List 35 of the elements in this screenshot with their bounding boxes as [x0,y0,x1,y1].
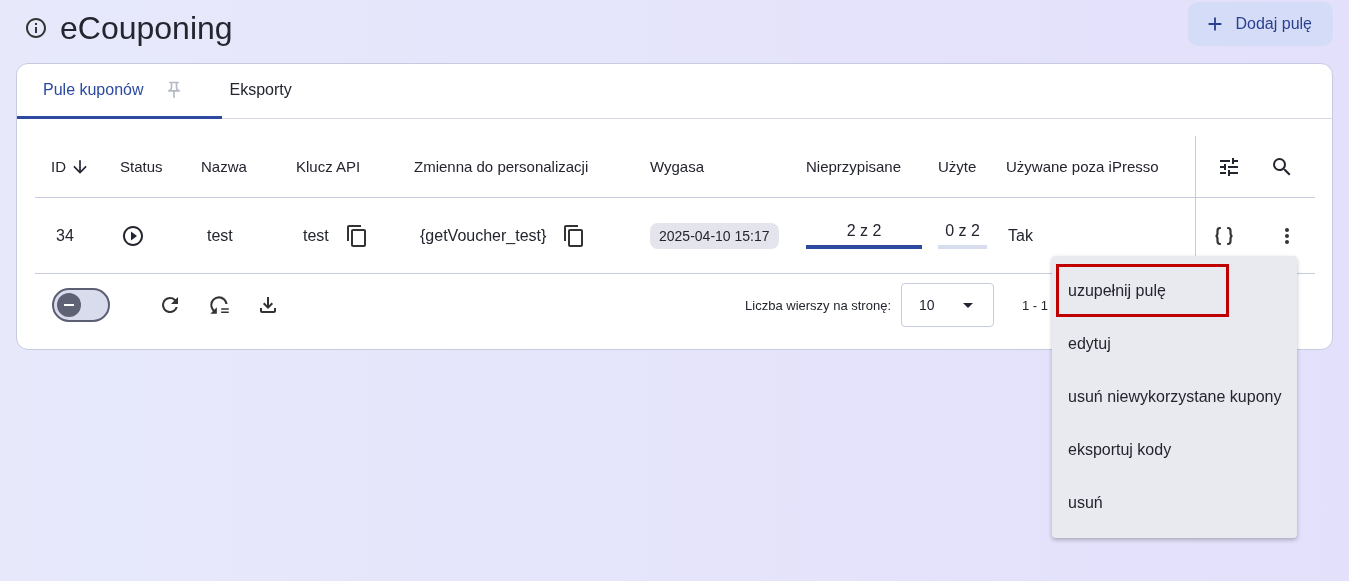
column-header[interactable]: Status [120,158,163,175]
column-header[interactable]: Nazwa [201,158,247,175]
info-icon [24,16,48,40]
toggle-switch[interactable] [52,288,110,322]
add-pool-button[interactable]: Dodaj pulę [1187,2,1333,46]
date-chip: 2025-04-10 15:17 [650,222,779,249]
rows-per-page-label: Liczba wierszy na stronę: [745,297,891,313]
table-cell: test [303,226,329,245]
column-header[interactable]: Nieprzypisane [806,158,902,175]
page-title: eCouponing [60,9,234,47]
page-range: 1 - 1 [1022,297,1049,313]
menu-item[interactable]: uzupełnij pulę [1056,264,1229,317]
minus-icon [64,304,74,306]
tab[interactable]: Eksporty [221,64,318,119]
count-text: 2 z 2 [846,222,882,240]
menu-item[interactable]: usuń niewykorzystane kupony [1056,370,1293,423]
column-header[interactable]: Użyte [938,158,977,175]
table-cell: 34 [56,226,74,245]
column-header[interactable]: Zmienna do personalizacji [414,158,589,175]
more-icon [1285,227,1290,244]
table-cell: {getVoucher_test} [420,226,547,245]
table-cell: Tak [1008,226,1033,245]
copy-button[interactable] [344,223,369,248]
caret-icon [963,302,973,308]
menu-item[interactable]: eksportuj kody [1056,423,1293,476]
column-header[interactable]: Używane poza iPresso [1006,158,1159,175]
tab[interactable]: Pule kuponów [17,64,222,119]
menu-item[interactable]: edytuj [1056,317,1293,370]
column-header[interactable]: ID [51,158,66,175]
count-text: 0 z 2 [945,222,980,240]
column-header[interactable]: Klucz API [296,158,361,175]
menu-item[interactable]: usuń [1056,476,1293,529]
rows-per-page-select[interactable]: 10 [901,283,994,327]
table-cell: test [207,226,233,245]
column-header[interactable]: Wygasa [650,158,705,175]
